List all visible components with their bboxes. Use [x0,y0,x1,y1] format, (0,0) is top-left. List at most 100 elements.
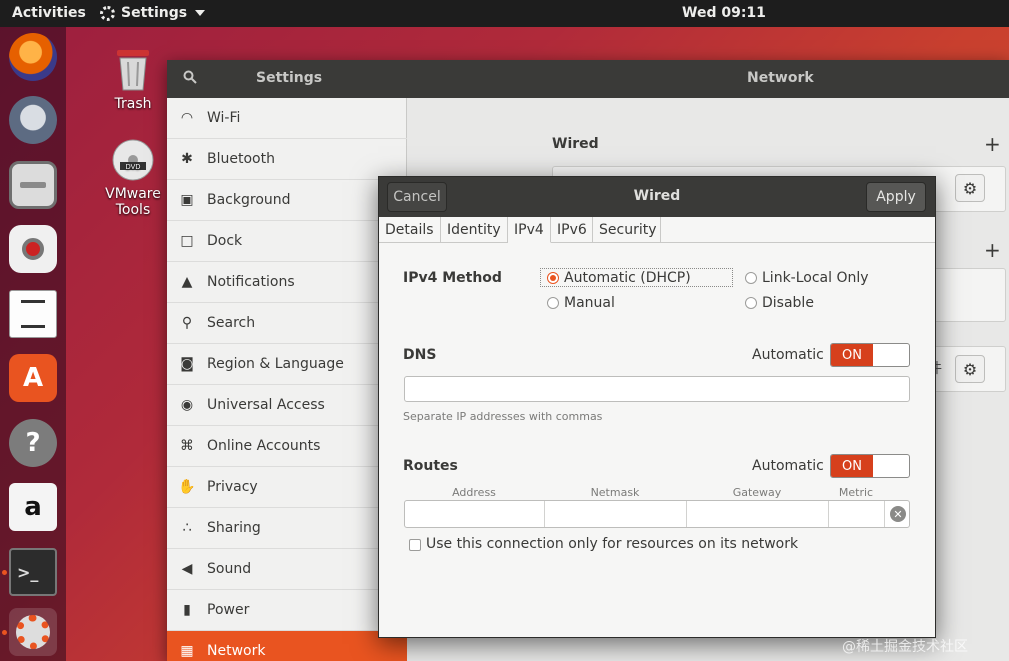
sidebar-item-label: Sharing [207,520,261,536]
apply-button[interactable]: Apply [866,182,926,212]
settings-sidebar: ◠ Wi-Fi ✱ Bluetooth ▣ Background □ Dock ▲ Not… [167,98,407,661]
chevron-down-icon [195,10,206,16]
switch-on-label: ON [831,344,873,366]
tab-identity[interactable]: Identity [441,217,508,243]
sidebar-item-label: Online Accounts [207,438,321,454]
route-col-netmask: Netmask [590,486,640,499]
sidebar-item-bluetooth[interactable]: ✱ Bluetooth [167,139,407,180]
sidebar-item-wifi[interactable]: ◠ Wi-Fi [167,98,407,139]
proxy-gear-button[interactable]: ⚙ [955,355,985,383]
panel-title: Network [747,70,814,86]
sidebar-item-power[interactable]: ▮ Power [167,590,407,631]
dialog-tabs: Details Identity IPv4 IPv6 Security [379,217,935,243]
ipv4-method-label: IPv4 Method [403,270,502,286]
wired-dialog: Cancel Wired Apply Details Identity IPv4… [378,176,936,638]
wired-heading: Wired [552,136,599,152]
trash-label: Trash [114,96,152,112]
terminal-icon[interactable]: >_ [9,548,57,596]
rhythmbox-icon[interactable] [9,225,57,273]
dns-automatic-label: Automatic [752,347,824,363]
desktop-trash[interactable]: Trash [93,46,173,112]
sidebar-item-label: Region & Language [207,356,344,372]
route-address-input[interactable] [405,501,545,527]
background-icon: ▣ [180,192,194,208]
sidebar-item-label: Bluetooth [207,151,275,167]
app-menu-label: Settings [121,5,188,21]
delete-route-icon[interactable]: ✕ [890,506,906,522]
sidebar-item-sharing[interactable]: ∴ Sharing [167,508,407,549]
route-gateway-input[interactable] [687,501,829,527]
desktop-vmware-tools[interactable]: DVD VMware Tools [93,138,173,218]
speaker-icon: ◀ [181,561,193,577]
software-center-icon[interactable]: A [9,354,57,402]
sidebar-item-notifications[interactable]: ▲ Notifications [167,262,407,303]
activities-button[interactable]: Activities [12,5,86,21]
dns-automatic-switch[interactable]: ON [830,343,910,367]
route-metric-input[interactable] [829,501,885,527]
sidebar-item-label: Privacy [207,479,258,495]
sidebar-item-privacy[interactable]: ✋ Privacy [167,467,407,508]
sidebar-item-search[interactable]: ⚲ Search [167,303,407,344]
tab-ipv6[interactable]: IPv6 [551,217,593,243]
watermark: @稀土掘金技术社区 [842,639,968,655]
sidebar-item-label: Network [207,643,266,659]
wifi-icon: ◠ [180,110,194,126]
dock: A ? a >_ [0,27,66,661]
files-icon[interactable] [9,161,57,209]
route-col-metric: Metric [838,486,874,499]
add-vpn-button[interactable]: + [984,238,1001,262]
thunderbird-icon[interactable] [9,96,57,144]
vmware-label-line2: Tools [115,202,151,218]
top-bar: Activities Settings Wed 09:11 [0,0,1009,27]
hand-icon: ✋ [178,479,196,495]
radio-link-local[interactable] [745,272,757,284]
search-icon: ⚲ [181,315,193,331]
routes-automatic-label: Automatic [752,458,824,474]
app-menu[interactable]: Settings [100,5,206,21]
firefox-icon[interactable] [9,33,57,81]
routes-automatic-switch[interactable]: ON [830,454,910,478]
radio-disable[interactable] [745,297,757,309]
sidebar-item-network[interactable]: ▦ Network [167,631,407,661]
resources-only-checkbox[interactable] [409,539,421,551]
sidebar-item-region-language[interactable]: ◙ Region & Language [167,344,407,385]
dialog-header: Cancel Wired Apply [379,177,935,217]
wired-gear-button[interactable]: ⚙ [955,174,985,202]
clock[interactable]: Wed 09:11 [682,5,766,21]
sidebar-item-label: Notifications [207,274,295,290]
dns-hint: Separate IP addresses with commas [403,410,603,423]
sidebar-item-label: Sound [207,561,252,577]
sidebar-item-label: Wi-Fi [207,110,241,126]
route-col-gateway: Gateway [732,486,782,499]
settings-gear-icon [100,5,115,21]
tab-details[interactable]: Details [379,217,441,243]
help-icon[interactable]: ? [9,419,57,467]
amazon-icon[interactable]: a [9,483,57,531]
route-netmask-input[interactable] [545,501,687,527]
automatic-dhcp-label: Automatic (DHCP) [564,270,691,286]
dns-input[interactable] [404,376,910,402]
sidebar-item-online-accounts[interactable]: ⌘ Online Accounts [167,426,407,467]
tab-security[interactable]: Security [593,217,661,243]
add-wired-button[interactable]: + [984,132,1001,156]
network-icon: ▦ [180,643,194,659]
radio-manual[interactable] [547,297,559,309]
route-col-address: Address [452,486,496,499]
sidebar-item-universal-access[interactable]: ◉ Universal Access [167,385,407,426]
resources-only-label: Use this connection only for resources o… [426,536,799,552]
radio-automatic-dhcp[interactable] [547,272,559,284]
settings-app-icon[interactable] [9,608,57,656]
route-row: ✕ [404,500,910,528]
link-local-label: Link-Local Only [762,270,869,286]
settings-header: Settings Network [167,60,1009,98]
tab-ipv4[interactable]: IPv4 [508,217,551,243]
sidebar-item-label: Background [207,192,291,208]
writer-icon[interactable] [9,290,57,338]
sidebar-item-dock[interactable]: □ Dock [167,221,407,262]
sidebar-item-background[interactable]: ▣ Background [167,180,407,221]
online-accounts-icon: ⌘ [180,438,194,454]
sidebar-item-sound[interactable]: ◀ Sound [167,549,407,590]
power-icon: ▮ [183,602,191,618]
search-icon[interactable] [183,70,197,84]
accessibility-icon: ◉ [180,397,194,413]
